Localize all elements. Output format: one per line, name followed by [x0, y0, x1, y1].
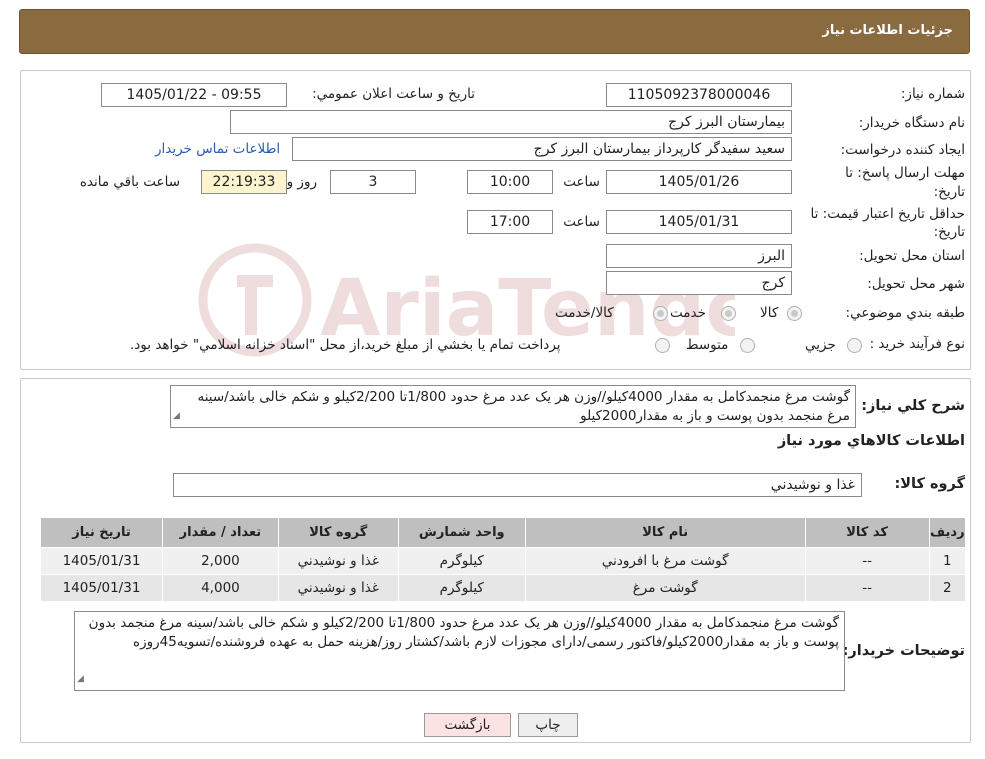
buyer-label: نام دستگاه خريدار: [858, 115, 965, 131]
category-label: طبقه بندي موضوعي: [845, 305, 965, 321]
buyer-notes-text: گوشت مرغ منجمدکامل به مقدار 4000کیلو//وز… [88, 615, 839, 650]
cell-code: -- [804, 574, 930, 602]
buyer-notes-textarea[interactable]: گوشت مرغ منجمدکامل به مقدار 4000کیلو//وز… [74, 611, 845, 691]
deadline-label-date: تاريخ: [933, 184, 965, 200]
province-field[interactable]: البرز [606, 244, 792, 268]
summary-label: شرح کلي نياز: [861, 398, 965, 414]
deadline-date-field[interactable]: 1405/01/26 [606, 170, 792, 194]
deadline-time-label: ساعت [563, 174, 600, 190]
remaining-label: ساعت باقي مانده [79, 174, 180, 190]
days-label: روز و [286, 174, 317, 190]
process-medium-label: متوسط [686, 337, 729, 353]
cell-date: 1405/01/31 [39, 574, 164, 602]
resize-grip-icon[interactable]: ◢ [77, 670, 84, 689]
cell-code: -- [804, 547, 930, 575]
validity-time-field[interactable]: 17:00 [467, 210, 553, 234]
category-radio-goods[interactable] [787, 306, 802, 321]
cell-name: گوشت مرغ [524, 574, 806, 602]
cell-unit: کيلوگرم [397, 574, 526, 602]
announce-datetime-field[interactable]: 1405/01/22 - 09:55 [101, 83, 287, 107]
category-goods-label: کالا [760, 305, 779, 321]
validity-date-field[interactable]: 1405/01/31 [606, 210, 792, 234]
cell-name: گوشت مرغ با افرودني [524, 547, 806, 575]
cell-group: غذا و نوشيدني [277, 574, 399, 602]
page-header: جزئيات اطلاعات نياز [19, 9, 970, 54]
buyer-notes-label: توضيحات خريدار: [842, 643, 965, 659]
province-label: استان محل تحويل: [859, 248, 965, 264]
table-row[interactable]: 1 -- گوشت مرغ با افرودني کيلوگرم غذا و ن… [39, 547, 967, 575]
cell-row: 2 [928, 574, 967, 602]
category-radio-goods-service[interactable] [653, 306, 668, 321]
remaining-time-field: 22:19:33 [201, 170, 287, 194]
announce-label: تاريخ و ساعت اعلان عمومي: [312, 86, 475, 102]
buyer-name-field[interactable]: بيمارستان البرز کرج [230, 110, 792, 134]
goods-group-label: گروه کالا: [894, 476, 965, 492]
table-row[interactable]: 2 -- گوشت مرغ کيلوگرم غذا و نوشيدني 4,00… [39, 574, 967, 602]
buyer-contact-link[interactable]: اطلاعات تماس خريدار [155, 141, 280, 157]
process-radio-medium[interactable] [740, 338, 755, 353]
deadline-label: مهلت ارسال پاسخ: تا [845, 165, 965, 181]
col-qty: تعداد / مقدار [162, 517, 279, 548]
process-treasury-checkbox[interactable] [655, 338, 670, 353]
page-title: جزئيات اطلاعات نياز [822, 23, 953, 38]
cell-group: غذا و نوشيدني [277, 547, 399, 575]
cell-qty: 2,000 [162, 547, 279, 575]
summary-textarea[interactable]: گوشت مرغ منجمدکامل به مقدار 4000کیلو//وز… [170, 385, 856, 428]
cell-row: 1 [928, 547, 967, 575]
city-label: شهر محل تحويل: [867, 276, 965, 292]
need-number-field[interactable]: 1105092378000046 [606, 83, 792, 107]
summary-text: گوشت مرغ منجمدکامل به مقدار 4000کیلو//وز… [197, 389, 850, 424]
cell-date: 1405/01/31 [39, 547, 164, 575]
goods-table: رديف کد کالا نام کالا واحد شمارش گروه کا… [39, 517, 967, 602]
cell-unit: کيلوگرم [397, 547, 526, 575]
goods-table-header: رديف کد کالا نام کالا واحد شمارش گروه کا… [39, 517, 967, 548]
col-name: نام کالا [524, 517, 806, 548]
creator-field[interactable]: سعيد سفيدگر کارپرداز بيمارستان البرز کرج [292, 137, 792, 161]
goods-section-title: اطلاعات کالاهاي مورد نياز [777, 433, 965, 449]
process-label: نوع فرآيند خريد : [869, 336, 965, 352]
col-code: کد کالا [804, 517, 930, 548]
validity-time-label: ساعت [563, 214, 600, 230]
creator-label: ايجاد کننده درخواست: [840, 142, 965, 158]
print-button[interactable]: چاپ [518, 713, 578, 737]
days-remaining-field[interactable]: 3 [330, 170, 416, 194]
category-radio-service[interactable] [721, 306, 736, 321]
category-goods-service-label: کالا/خدمت [555, 305, 614, 321]
process-radio-minor[interactable] [847, 338, 862, 353]
col-unit: واحد شمارش [397, 517, 526, 548]
col-date: تاريخ نياز [39, 517, 164, 548]
col-group: گروه کالا [277, 517, 399, 548]
resize-grip-icon[interactable]: ◢ [173, 407, 180, 426]
col-row: رديف [928, 517, 967, 548]
cell-qty: 4,000 [162, 574, 279, 602]
goods-group-field[interactable]: غذا و نوشيدني [173, 473, 862, 497]
category-service-label: خدمت [670, 305, 706, 321]
deadline-time-field[interactable]: 10:00 [467, 170, 553, 194]
city-field[interactable]: کرج [606, 271, 792, 295]
validity-label-date: تاريخ: [933, 224, 965, 240]
back-button[interactable]: بازگشت [424, 713, 511, 737]
process-note: پرداخت تمام يا بخشي از مبلغ خريد،از محل … [130, 337, 561, 353]
process-minor-label: جزيي [805, 337, 836, 353]
need-number-label: شماره نياز: [900, 86, 965, 102]
validity-label: حداقل تاريخ اعتبار قيمت: تا [810, 206, 965, 222]
